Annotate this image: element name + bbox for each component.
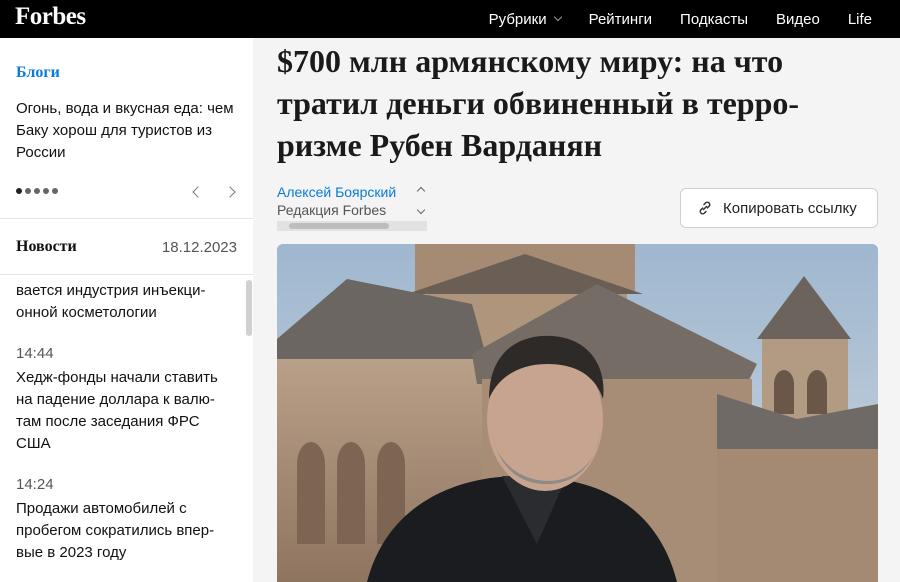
sidebar: Блоги Огонь, вода и вкусная еда: чем Бак…	[0, 38, 253, 582]
nav-item-video[interactable]: Видео	[776, 11, 820, 28]
chevron-left-icon[interactable]	[192, 186, 204, 198]
news-item[interactable]: 14:44 Хедж-фонды начали ставить на паден…	[16, 343, 238, 455]
nav-item-rubrics[interactable]: Рубрики	[488, 10, 562, 28]
news-list[interactable]: вается индустрия инъекци-онной косметоло…	[0, 277, 245, 582]
nav-item-life[interactable]: Life	[848, 11, 872, 28]
carousel-dot[interactable]	[16, 188, 22, 194]
carousel-dot[interactable]	[52, 188, 58, 194]
carousel-dots	[16, 188, 61, 194]
nav-item-ratings[interactable]: Рейтинги	[589, 11, 652, 28]
news-item-time: 14:24	[16, 476, 54, 493]
chevron-right-icon[interactable]	[224, 186, 236, 198]
blogs-heading[interactable]: Блоги	[16, 64, 60, 82]
news-item-text: Продажи автомобилей с пробегом сократили…	[16, 500, 215, 561]
divider	[0, 274, 253, 275]
nav-item-label: Видео	[775, 10, 820, 28]
authors-box: Алексей Боярский Редакция Forbes	[277, 183, 427, 231]
scroll-thumb[interactable]	[289, 223, 389, 229]
link-icon	[699, 201, 711, 215]
copy-link-button[interactable]: Копировать ссылку	[680, 188, 878, 228]
carousel-dot[interactable]	[43, 188, 49, 194]
news-scrollbar[interactable]	[246, 280, 252, 336]
nav-item-label: Подкасты	[680, 10, 748, 28]
news-item-text: вается индустрия инъекци-онной косметоло…	[16, 282, 206, 321]
news-item[interactable]: вается индустрия инъекци-онной косметоло…	[16, 280, 238, 324]
forbes-logo[interactable]: Forbes	[15, 3, 86, 31]
author-link[interactable]: Алексей Боярский	[277, 183, 427, 201]
edition-label: Редакция Forbes	[277, 202, 387, 218]
carousel-dot[interactable]	[34, 188, 40, 194]
news-item-text: Хедж-фонды начали ставить на падение дол…	[16, 369, 218, 452]
chevron-down-icon[interactable]	[416, 205, 426, 215]
nav-item-podcasts[interactable]: Подкасты	[680, 11, 748, 28]
blog-teaser-link[interactable]: Огонь, вода и вкусная еда: чем Баку хоро…	[16, 98, 241, 164]
news-date: 18.12.2023	[161, 239, 237, 256]
main-nav: Рубрики Рейтинги Подкасты Видео Life	[461, 0, 872, 38]
article-hero-image	[277, 244, 878, 582]
top-bar: Forbes Рубрики Рейтинги Подкасты Видео L…	[0, 0, 900, 38]
nav-item-label: Рейтинги	[588, 10, 653, 28]
divider	[0, 218, 253, 219]
article-title: $700 млн армянскому миру: на что тратил …	[277, 43, 800, 163]
carousel-dot[interactable]	[25, 188, 31, 194]
chevron-up-icon[interactable]	[416, 186, 426, 196]
nav-item-label: Рубрики	[488, 10, 547, 28]
news-item-time: 14:44	[16, 345, 54, 362]
copy-link-label: Копировать ссылку	[723, 199, 857, 217]
nav-item-label: Life	[847, 10, 872, 28]
news-item[interactable]: 14:24 Продажи автомобилей с пробегом сок…	[16, 474, 238, 564]
chevron-down-icon	[553, 12, 562, 22]
authors-horizontal-scrollbar[interactable]	[277, 221, 427, 231]
news-heading: Новости	[16, 238, 77, 255]
